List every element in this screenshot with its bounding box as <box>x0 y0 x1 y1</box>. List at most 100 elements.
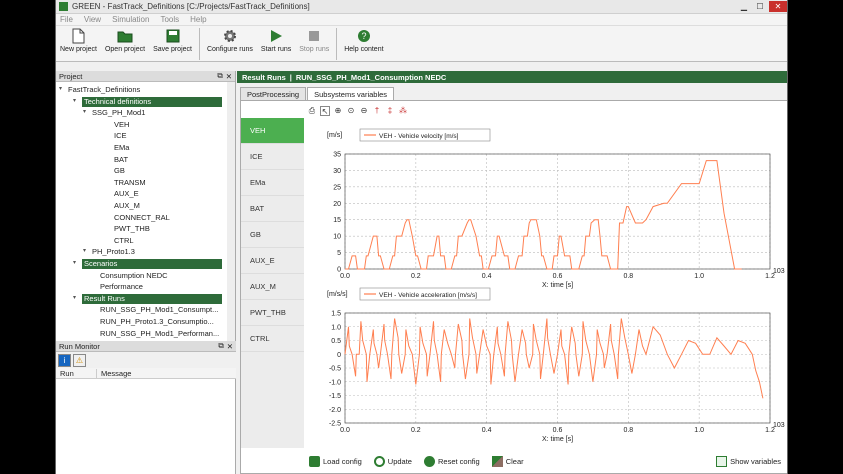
close-dock-icon[interactable]: ✕ <box>227 342 233 351</box>
tree-model[interactable]: SSG_PH_Mod1 <box>92 108 145 118</box>
reset-config-button[interactable]: Reset config <box>423 455 480 467</box>
result-run-name: RUN_SSG_PH_Mod1_Consumption NEDC <box>295 72 447 82</box>
tree-component[interactable]: VEH <box>114 120 129 130</box>
tree-component[interactable]: GB <box>114 166 125 176</box>
subsystem-tab-bat[interactable]: BAT <box>241 196 304 222</box>
tree-expand-icon[interactable]: ▾ <box>73 97 76 104</box>
tree-component[interactable]: TRANSM <box>114 178 146 188</box>
col-run[interactable]: Run <box>56 369 96 378</box>
help-content-button[interactable]: ? Help content <box>340 28 387 53</box>
legend-label: VEH - Vehicle velocity [m/s] <box>379 133 459 140</box>
col-message[interactable]: Message <box>96 368 131 378</box>
new-project-button[interactable]: New project <box>56 28 101 53</box>
x-tick-label: 0.2 <box>411 273 421 280</box>
tree-component[interactable]: AUX_E <box>114 189 139 199</box>
subsystem-tab-aux_m[interactable]: AUX_M <box>241 274 304 300</box>
y-tick-label: 10 <box>333 234 341 241</box>
minimize-button[interactable]: ▁ <box>737 1 751 12</box>
y-tick-label: 0 <box>337 352 341 359</box>
y-tick-label: 5 <box>337 250 341 257</box>
marker-multi-icon[interactable]: ⁂ <box>398 106 408 116</box>
stop-runs-button[interactable]: Stop runs <box>295 28 333 53</box>
info-icon[interactable]: i <box>58 353 71 367</box>
tree-expand-icon[interactable]: ▾ <box>73 259 76 266</box>
tree-run[interactable]: RUN_SSG_PH_Mod1_Performan... <box>100 329 219 339</box>
tree-run[interactable]: RUN_PH_Proto1.3_Consumptio... <box>100 317 214 327</box>
pointer-icon[interactable]: ↖ <box>320 106 330 116</box>
tree-expand-icon[interactable]: ▾ <box>73 294 76 301</box>
tree-component[interactable]: ICE <box>114 131 127 141</box>
save-icon <box>165 28 181 44</box>
start-runs-button[interactable]: Start runs <box>257 28 295 53</box>
subsystem-tab-ice[interactable]: ICE <box>241 144 304 170</box>
tree-scenario[interactable]: Consumption NEDC <box>100 271 168 281</box>
tree-component[interactable]: AUX_M <box>114 201 140 211</box>
configure-runs-button[interactable]: Configure runs <box>203 28 257 53</box>
subsystem-tab-ema[interactable]: EMa <box>241 170 304 196</box>
tree-technical-definitions[interactable]: Technical definitions <box>82 96 222 107</box>
menu-simulation[interactable]: Simulation <box>112 15 149 24</box>
load-config-button[interactable]: Load config <box>309 455 362 467</box>
close-dock-icon[interactable]: ✕ <box>226 72 232 81</box>
subsystem-tab-pwt_thb[interactable]: PWT_THB <box>241 300 304 326</box>
marker-pair-icon[interactable]: ‡ <box>385 106 395 116</box>
x-tick-label: 0.6 <box>553 273 563 280</box>
save-project-button[interactable]: Save project <box>149 28 196 53</box>
tree-scrollbar[interactable] <box>227 82 235 341</box>
subsystem-tab-aux_e[interactable]: AUX_E <box>241 248 304 274</box>
update-label: Update <box>387 456 412 466</box>
subsystem-tab-gb[interactable]: GB <box>241 222 304 248</box>
tree-run[interactable]: RUN_SSG_PH_Mod1_Consumpt... <box>100 305 218 315</box>
show-variables-label: Show variables <box>730 456 781 466</box>
menu-view[interactable]: View <box>84 15 101 24</box>
menu-file[interactable]: File <box>60 15 73 24</box>
menu-tools[interactable]: Tools <box>160 15 179 24</box>
y-tick-label: -0.5 <box>329 366 341 373</box>
zoom-icon[interactable]: ⊙ <box>346 106 356 116</box>
configure-runs-label: Configure runs <box>206 46 253 53</box>
show-variables-button[interactable]: Show variables <box>716 455 781 467</box>
float-icon[interactable]: ⧉ <box>217 71 222 81</box>
tree-expand-icon[interactable]: ▾ <box>59 85 62 92</box>
tree-component[interactable]: EMa <box>114 143 129 153</box>
tree-result-runs[interactable]: Result Runs <box>82 293 222 304</box>
tree-scenarios[interactable]: Scenarios <box>82 259 222 269</box>
tab-subsystems-variables[interactable]: Subsystems variables <box>307 87 395 100</box>
tree-expand-icon[interactable]: ▾ <box>83 247 86 254</box>
update-button[interactable]: Update <box>373 455 412 467</box>
run-monitor-table-header: Run Message <box>56 368 236 379</box>
tree-component[interactable]: CONNECT_RAL <box>114 213 170 223</box>
subsystem-tab-veh[interactable]: VEH <box>241 118 304 144</box>
series-line <box>344 318 764 399</box>
x-multiplier-label: 103 <box>773 268 785 275</box>
float-icon[interactable]: ⧉ <box>218 341 223 351</box>
tree-scenario[interactable]: Performance <box>100 282 143 292</box>
result-tabs: PostProcessing Subsystems variables <box>237 87 787 100</box>
zoom-out-icon[interactable]: ⊖ <box>359 106 369 116</box>
tree-expand-icon[interactable]: ▾ <box>83 108 86 115</box>
result-pane: Result Runs | RUN_SSG_PH_Mod1_Consumptio… <box>237 71 787 474</box>
clear-button[interactable]: Clear <box>491 455 524 467</box>
y-tick-label: 0 <box>337 267 341 274</box>
y-tick-label: 0.5 <box>331 338 341 345</box>
x-tick-label: 0.2 <box>411 427 421 434</box>
chart-icon <box>716 455 728 467</box>
marker-icon[interactable]: † <box>372 106 382 116</box>
menu-help[interactable]: Help <box>190 15 206 24</box>
tree-component[interactable]: BAT <box>114 155 128 165</box>
y-tick-label: 35 <box>333 152 341 159</box>
subsystem-tab-ctrl[interactable]: CTRL <box>241 326 304 352</box>
tree-root[interactable]: FastTrack_Definitions <box>68 85 140 95</box>
zoom-in-icon[interactable]: ⊕ <box>333 106 343 116</box>
close-button[interactable]: ✕ <box>769 1 787 12</box>
open-project-button[interactable]: Open project <box>101 28 149 53</box>
x-axis-label: X: time [s] <box>542 436 573 443</box>
tree-proto[interactable]: PH_Proto1.3 <box>92 247 135 257</box>
maximize-button[interactable]: ☐ <box>753 1 767 12</box>
tab-postprocessing[interactable]: PostProcessing <box>240 87 307 100</box>
warning-icon[interactable]: ⚠ <box>73 353 86 367</box>
tree-component[interactable]: CTRL <box>114 236 134 246</box>
print-icon[interactable]: ⎙ <box>307 106 317 116</box>
new-document-icon <box>70 28 86 44</box>
tree-component[interactable]: PWT_THB <box>114 224 150 234</box>
